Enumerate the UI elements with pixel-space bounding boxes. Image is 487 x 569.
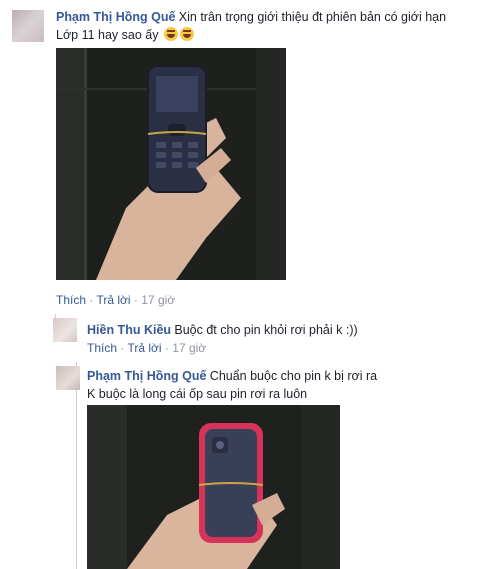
phone-back-photo-illustration <box>87 405 340 569</box>
reply-photo[interactable] <box>87 405 340 569</box>
author-name[interactable]: Phạm Thị Hồng Quế <box>87 369 206 383</box>
comment-body: Phạm Thị Hồng Quế Xin trân trọng giới th… <box>56 8 476 44</box>
reply-text-line1: Chuẩn buộc cho pin k bị rơi ra <box>209 369 378 383</box>
reply-link[interactable]: Trả lời <box>127 341 161 355</box>
author-name[interactable]: Hiền Thu Kiều <box>87 323 171 337</box>
reply-text: Buộc đt cho pin khỏi rơi phải k :)) <box>174 323 358 337</box>
comment-actions: Thích · Trả lời · 17 giờ <box>56 293 175 307</box>
avatar[interactable] <box>53 318 77 342</box>
laughing-emoji-icon <box>179 27 194 41</box>
laughing-emoji-icon <box>163 27 178 41</box>
reply-text-line2: K buộc là long cái ốp sau pin rơi ra luô… <box>87 387 308 401</box>
timestamp[interactable]: 17 giờ <box>141 293 175 307</box>
like-link[interactable]: Thích <box>56 293 86 307</box>
reply-body: Phạm Thị Hồng Quế Chuẩn buộc cho pin k b… <box>87 367 377 403</box>
reply-actions: Thích · Trả lời · 17 giờ <box>87 341 206 355</box>
like-link[interactable]: Thích <box>87 341 117 355</box>
avatar[interactable] <box>12 10 44 42</box>
separator: · <box>120 341 125 355</box>
phone-photo-illustration <box>56 48 286 280</box>
reply-body: Hiền Thu Kiều Buộc đt cho pin khỏi rơi p… <box>87 321 358 339</box>
separator: · <box>164 341 169 355</box>
comment-text-line2: Lớp 11 hay sao ấy <box>56 28 159 42</box>
separator: · <box>133 293 138 307</box>
comment-text-line1: Xin trân trọng giới thiệu đt phiên bản c… <box>178 10 447 24</box>
timestamp[interactable]: 17 giờ <box>172 341 206 355</box>
author-name[interactable]: Phạm Thị Hồng Quế <box>56 10 175 24</box>
avatar[interactable] <box>56 366 80 390</box>
comment-photo[interactable] <box>56 48 286 280</box>
reply-thread-line <box>76 362 77 569</box>
separator: · <box>89 293 94 307</box>
reply-link[interactable]: Trả lời <box>96 293 130 307</box>
